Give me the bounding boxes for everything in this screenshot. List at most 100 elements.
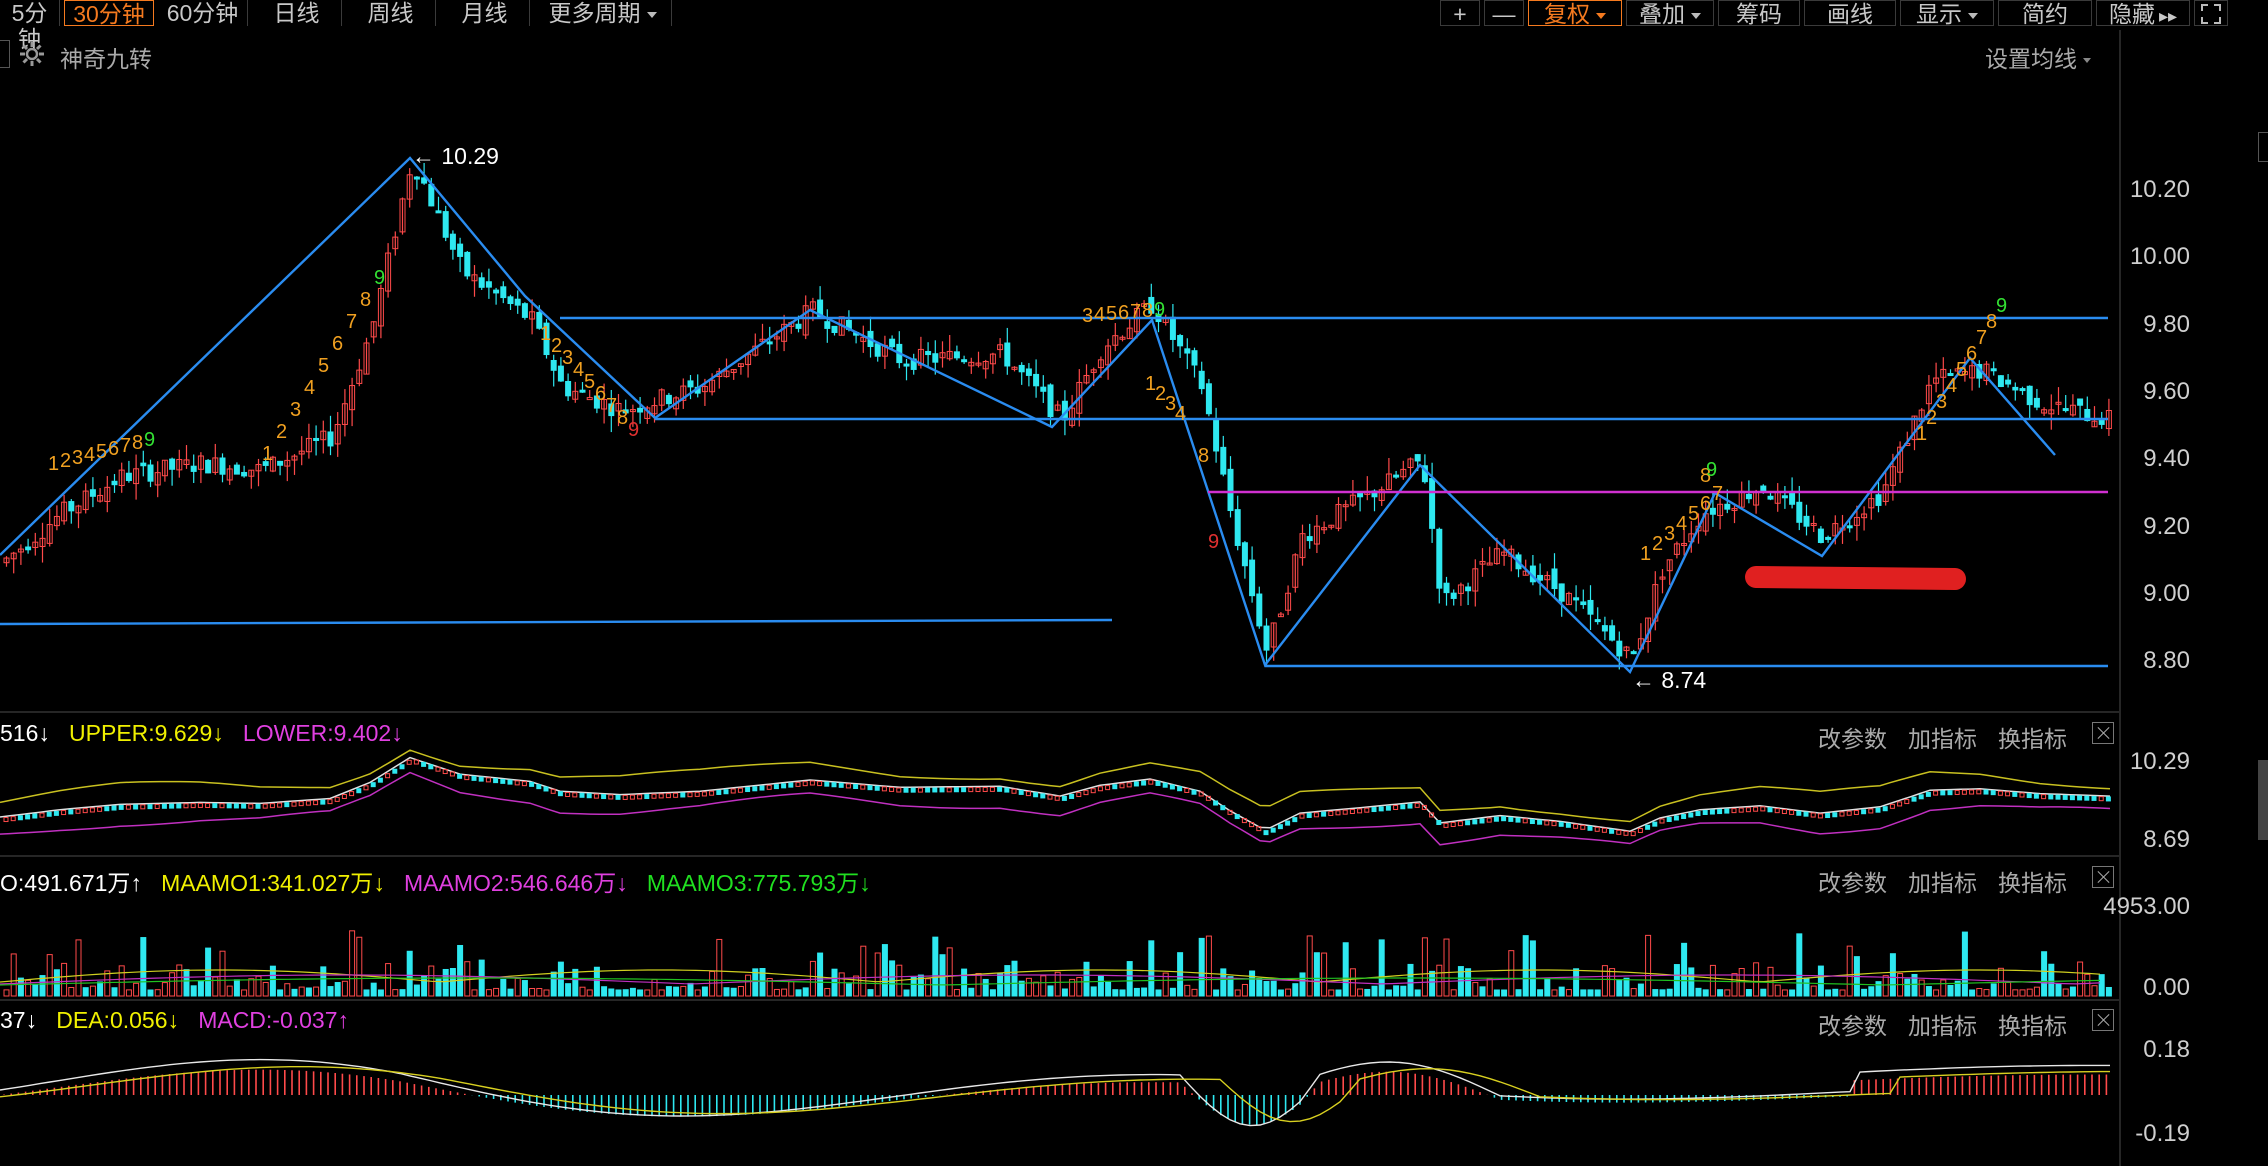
boll-candle — [291, 801, 297, 807]
nine-turn-count: 9 — [1154, 299, 1165, 321]
boll-candle — [1889, 803, 1895, 809]
boll-candle — [1580, 824, 1586, 830]
nine-turn-count: 1 — [540, 323, 551, 345]
macd-add-indicator-button[interactable]: 加指标 — [1908, 1007, 1977, 1041]
nine-turn-count: 9 — [1706, 459, 1717, 481]
boll-candle — [1040, 793, 1046, 799]
volume-bar — [1990, 983, 1997, 997]
volume-bar — [608, 988, 615, 997]
boll-candle — [2055, 794, 2061, 800]
boll-candle — [190, 803, 196, 809]
macd-change-params-button[interactable]: 改参数 — [1818, 1007, 1887, 1041]
volume-bar — [1371, 985, 1378, 997]
volume-bar — [140, 937, 147, 997]
boll-candle — [1781, 809, 1787, 815]
candle-body — [169, 458, 176, 470]
volume-bar — [680, 985, 687, 997]
boll-candle — [1565, 822, 1571, 828]
boll-candle — [1954, 789, 1960, 795]
boll-candle — [1666, 816, 1672, 822]
volume-bar — [356, 936, 363, 997]
boll-add-indicator-button[interactable]: 加指标 — [1908, 720, 1977, 754]
volume-bar — [313, 986, 320, 997]
volume-bar — [910, 976, 917, 997]
volume-bar — [644, 989, 651, 997]
volume-bar — [1717, 989, 1724, 997]
volume-bar — [521, 980, 528, 997]
volume-bar — [1191, 988, 1198, 997]
volume-bar — [464, 961, 471, 997]
boll-candle — [298, 801, 304, 807]
vol-add-indicator-button[interactable]: 加指标 — [1908, 864, 1977, 898]
nine-turn-count: 4 — [304, 377, 315, 399]
vol-switch-indicator-button[interactable]: 换指标 — [1998, 864, 2067, 898]
candle-body — [1803, 515, 1810, 527]
boll-candle — [327, 799, 333, 805]
boll-candle — [1018, 789, 1024, 795]
volume-bar — [1681, 942, 1688, 997]
macd-switch-indicator-button[interactable]: 换指标 — [1998, 1007, 2067, 1041]
volume-bar — [1256, 977, 1263, 997]
candle-body — [586, 397, 593, 401]
boll-candle — [608, 794, 614, 800]
volume-bar — [1249, 970, 1256, 997]
boll-candle — [1126, 782, 1132, 788]
volume-bar — [1522, 935, 1529, 997]
volume-bar — [1479, 986, 1486, 997]
volume-bar — [1529, 940, 1536, 997]
volume-bar — [413, 984, 420, 997]
volume-bar — [1126, 961, 1133, 997]
close-icon[interactable] — [2092, 866, 2114, 888]
boll-candle — [1083, 790, 1089, 796]
boll-change-params-button[interactable]: 改参数 — [1818, 720, 1887, 754]
volume-bar — [1177, 952, 1184, 997]
boll-candle — [1609, 828, 1615, 834]
candle-body — [68, 501, 75, 512]
candle-body — [550, 359, 557, 371]
kline-chart[interactable]: ← 10.29← 8.741 2 3 4 5 6 7 8 9123456789123456789… — [0, 0, 2268, 1166]
candle-body — [766, 341, 773, 345]
candle-body — [961, 359, 968, 363]
boll-candle — [701, 791, 707, 797]
volume-bar — [1436, 964, 1443, 997]
boll-candle — [1457, 821, 1463, 827]
nine-turn-count: 7 — [1712, 483, 1723, 505]
boll-candle — [1270, 827, 1276, 833]
candle-body — [925, 350, 932, 356]
nine-turn-count: 9 — [374, 267, 385, 289]
boll-candle — [1119, 783, 1125, 789]
volume-bar — [1587, 989, 1594, 997]
boll-candle — [140, 804, 146, 810]
volume-bar — [781, 988, 788, 997]
boll-candle — [1169, 784, 1175, 790]
boll-candle — [1162, 782, 1168, 788]
boll-candle — [1731, 808, 1737, 814]
boll-candle — [363, 785, 369, 791]
vol-change-params-button[interactable]: 改参数 — [1818, 864, 1887, 898]
boll-candle — [997, 786, 1003, 792]
volume-bar — [1270, 980, 1277, 997]
boll-candle — [1825, 813, 1831, 819]
boll-candle — [910, 787, 916, 793]
boll-candle — [860, 784, 866, 790]
volume-bar — [687, 982, 694, 997]
volume-bar — [550, 971, 557, 997]
boll-candle — [644, 794, 650, 800]
boll-candle — [637, 794, 643, 800]
candle-body — [1745, 493, 1752, 500]
boll-switch-indicator-button[interactable]: 换指标 — [1998, 720, 2067, 754]
boll-candle — [305, 800, 311, 806]
volume-bar — [1321, 952, 1328, 997]
boll-candle — [233, 803, 239, 809]
volume-bar — [615, 989, 622, 997]
volume-bar — [1789, 989, 1796, 997]
close-icon[interactable] — [2092, 722, 2114, 744]
maamo1-line — [0, 969, 2101, 983]
boll-candle — [1493, 816, 1499, 822]
volume-bar — [1292, 983, 1299, 997]
close-icon[interactable] — [2092, 1009, 2114, 1031]
volume-bar — [2048, 963, 2055, 997]
boll-candle — [1155, 780, 1161, 786]
boll-candle — [39, 812, 45, 818]
boll-candle — [946, 787, 952, 793]
